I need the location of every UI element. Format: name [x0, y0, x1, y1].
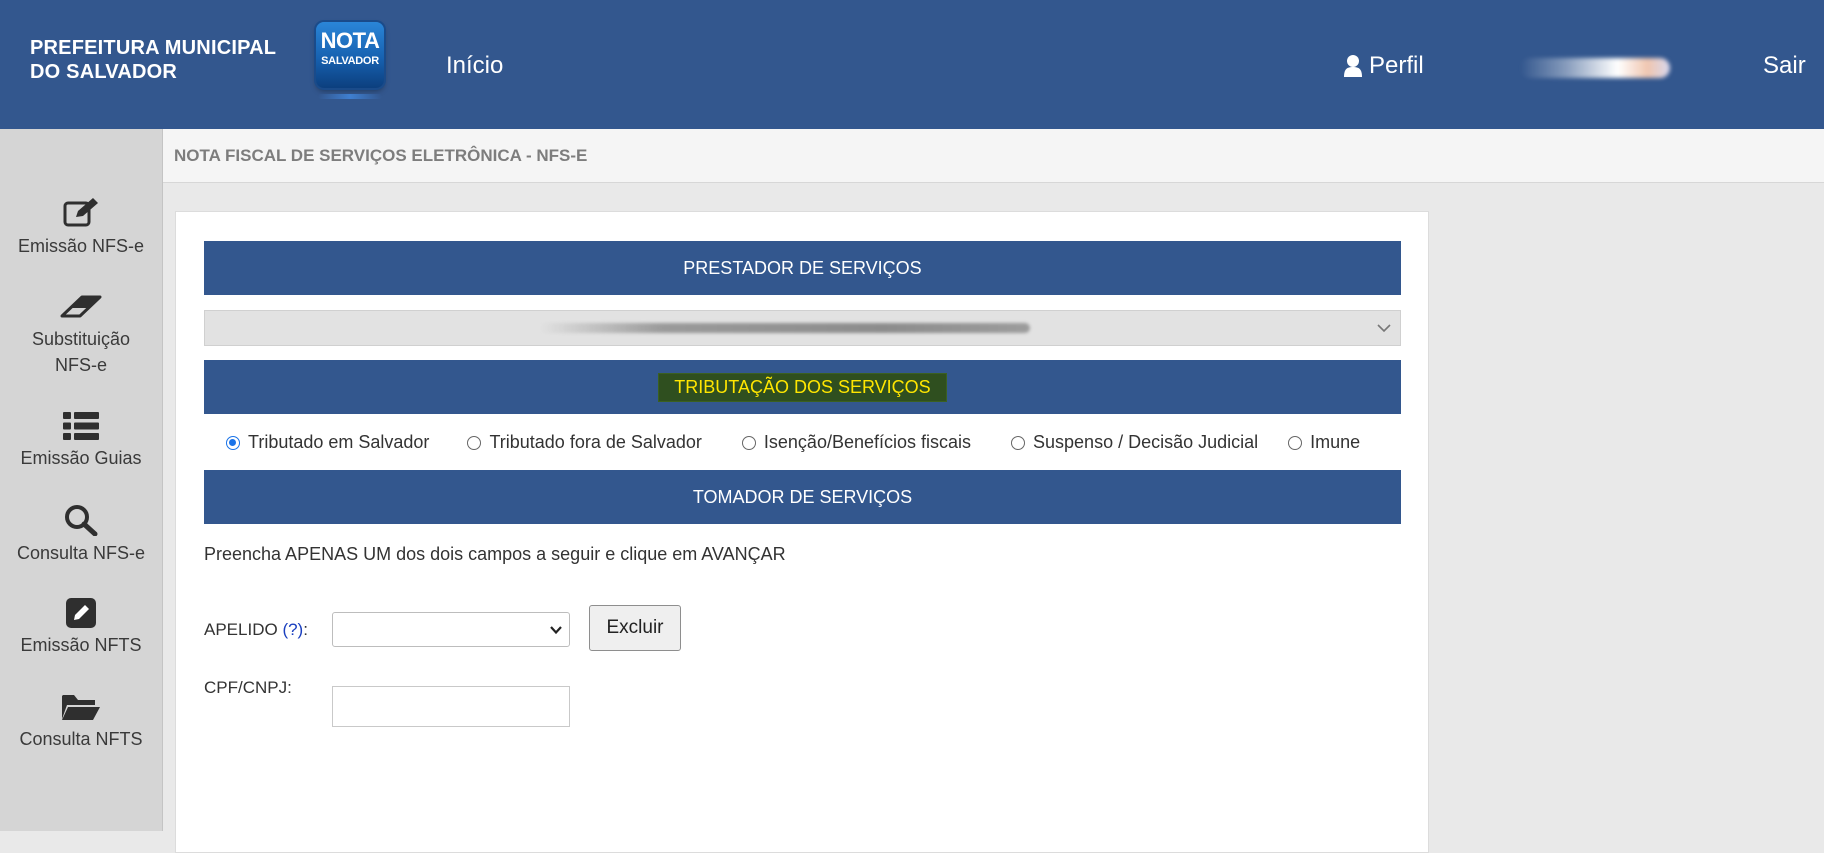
nav-sair-link[interactable]: Sair — [1763, 52, 1806, 80]
excluir-button[interactable]: Excluir — [589, 605, 681, 651]
tributacao-heading-text: TRIBUTAÇÃO DOS SERVIÇOS — [658, 372, 947, 402]
tomador-heading-text: TOMADOR DE SERVIÇOS — [692, 486, 913, 507]
tributacao-radio-group: Tributado em Salvador Tributado fora de … — [226, 432, 1360, 453]
page-title: NOTA FISCAL DE SERVIÇOS ELETRÔNICA - NFS… — [174, 146, 588, 165]
prestador-select[interactable] — [204, 310, 1401, 346]
radio-button[interactable] — [1288, 435, 1303, 450]
brand-line-1: PREFEITURA MUNICIPAL — [30, 37, 277, 59]
cpf-cnpj-input[interactable] — [332, 686, 570, 727]
sidebar-item-label: Substituição NFS-e — [31, 329, 131, 375]
cpf-cnpj-label: CPF/CNPJ: — [204, 678, 292, 697]
username-redacted — [1520, 58, 1670, 78]
radio-button[interactable] — [226, 435, 240, 450]
sidebar: Emissão NFS-e Substituição NFS-e Emissão… — [0, 129, 163, 831]
radio-imune[interactable]: Imune — [1288, 432, 1360, 453]
radio-label: Isenção/Benefícios fiscais — [763, 432, 972, 452]
brand-line-2: DO SALVADOR — [30, 61, 178, 83]
apelido-select[interactable] — [332, 612, 570, 647]
sidebar-item-emissao-nfse[interactable]: Emissão NFS-e — [0, 197, 162, 259]
tomador-heading: TOMADOR DE SERVIÇOS — [204, 470, 1401, 524]
eraser-icon — [60, 295, 102, 318]
perfil-label: Perfil — [1369, 52, 1424, 79]
sidebar-item-substituicao-nfse[interactable]: Substituição NFS-e — [0, 294, 162, 378]
page-subheader: NOTA FISCAL DE SERVIÇOS ELETRÔNICA - NFS… — [163, 129, 1824, 183]
sidebar-item-consulta-nfts[interactable]: Consulta NFTS — [0, 692, 162, 752]
sidebar-item-label: Consulta NFTS — [19, 729, 143, 749]
pencil-square-icon — [66, 598, 96, 628]
logo-line-2: SALVADOR — [321, 55, 379, 67]
nota-salvador-logo: NOTA SALVADOR — [316, 22, 384, 88]
tributacao-heading: TRIBUTAÇÃO DOS SERVIÇOS — [204, 360, 1401, 414]
search-icon — [65, 505, 98, 536]
prestador-heading-text: PRESTADOR DE SERVIÇOS — [683, 257, 922, 278]
radio-suspenso[interactable]: Suspenso / Decisão Judicial — [1011, 432, 1258, 453]
logo-line-1: NOTA — [320, 28, 380, 53]
sidebar-item-emissao-guias[interactable]: Emissão Guias — [0, 411, 162, 471]
sidebar-item-label: Consulta NFS-e — [16, 543, 146, 563]
radio-label: Imune — [1310, 432, 1361, 452]
radio-tributado-fora[interactable]: Tributado fora de Salvador — [467, 432, 702, 453]
logo-underline — [318, 94, 382, 99]
chevron-down-icon — [550, 626, 562, 635]
sidebar-item-label: Emissão Guias — [20, 448, 142, 468]
nav-perfil-link[interactable]: Perfil — [1343, 52, 1424, 80]
sidebar-item-consulta-nfse[interactable]: Consulta NFS-e — [0, 504, 162, 566]
apelido-help-link[interactable]: (?) — [282, 620, 303, 639]
radio-button[interactable] — [1011, 435, 1026, 450]
brand-title: PREFEITURA MUNICIPAL DO SALVADOR — [30, 36, 276, 84]
user-icon — [1344, 55, 1362, 77]
sidebar-item-label: Emissão NFS-e — [17, 236, 145, 256]
radio-button[interactable] — [467, 435, 482, 450]
prestador-value-redacted — [540, 323, 1030, 333]
radio-tributado-salvador[interactable]: Tributado em Salvador — [226, 432, 429, 453]
apelido-colon: : — [303, 620, 308, 639]
top-header: PREFEITURA MUNICIPAL DO SALVADOR NOTA SA… — [0, 0, 1824, 129]
folder-open-icon — [62, 695, 100, 720]
radio-label: Suspenso / Decisão Judicial — [1033, 432, 1259, 452]
radio-button[interactable] — [741, 435, 756, 450]
instruction-text: Preencha APENAS UM dos dois campos a seg… — [204, 544, 786, 564]
prestador-heading: PRESTADOR DE SERVIÇOS — [204, 241, 1401, 295]
sidebar-item-emissao-nfts[interactable]: Emissão NFTS — [0, 598, 162, 658]
radio-label: Tributado em Salvador — [248, 432, 430, 452]
radio-isencao[interactable]: Isenção/Benefícios fiscais — [741, 432, 972, 453]
form-card: PRESTADOR DE SERVIÇOS TRIBUTAÇÃO DOS SER… — [175, 211, 1429, 853]
edit-icon — [63, 198, 98, 227]
sidebar-item-label: Emissão NFTS — [20, 635, 142, 655]
apelido-label-text: APELIDO — [204, 620, 278, 639]
chevron-down-icon — [1377, 324, 1391, 333]
list-icon — [63, 412, 99, 440]
apelido-label: APELIDO (?): — [204, 620, 308, 640]
nav-inicio-link[interactable]: Início — [446, 52, 503, 80]
radio-label: Tributado fora de Salvador — [489, 432, 702, 452]
